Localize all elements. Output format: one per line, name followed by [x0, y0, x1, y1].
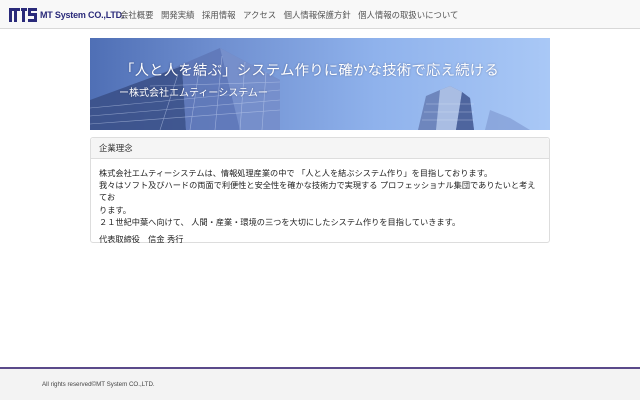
hero-title: 「人と人を結ぶ」システム作りに確かな技術で応え続ける: [120, 63, 499, 79]
nav-item-company-overview[interactable]: 会社概要: [120, 9, 154, 21]
nav-item-development-record[interactable]: 開発実績: [161, 9, 195, 21]
philosophy-line: 株式会社エムティーシステムは、情報処理産業の中で 「人と人を結ぶシステム作り」を…: [99, 168, 493, 178]
logo-text: MT System CO.,LTD.: [40, 9, 125, 20]
panel-heading: 企業理念: [91, 138, 549, 159]
philosophy-line: 我々はソフト及びハードの両面で利便性と安全性を確かな技術力で実現する プロフェッ…: [99, 180, 536, 203]
nav-item-personal-info-handling[interactable]: 個人情報の取扱いについて: [358, 9, 458, 21]
nav-item-privacy-policy[interactable]: 個人情報保護方針: [284, 9, 351, 21]
navbar: MT System CO.,LTD. 会社概要 開発実績 採用情報 アクセス 個…: [0, 0, 640, 29]
philosophy-line: ります。: [99, 204, 131, 215]
panel-body: 株式会社エムティーシステムは、情報処理産業の中で 「人と人を結ぶシステム作り」を…: [91, 159, 549, 245]
ceo-signature: 代表取締役 信金 秀行: [99, 234, 184, 245]
mts-logo-icon: [9, 7, 37, 22]
hero-banner: 「人と人を結ぶ」システム作りに確かな技術で応え続ける ー株式会社エムティーシステ…: [90, 38, 550, 130]
company-logo[interactable]: MT System CO.,LTD.: [9, 7, 124, 22]
nav-item-recruitment[interactable]: 採用情報: [202, 9, 236, 21]
philosophy-panel: 企業理念 株式会社エムティーシステムは、情報処理産業の中で 「人と人を結ぶシステ…: [90, 137, 550, 245]
main-nav: 会社概要 開発実績 採用情報 アクセス 個人情報保護方針 個人情報の取扱いについ…: [120, 0, 466, 29]
philosophy-line: ２１世紀中葉へ向けて、 人間・産業・環境の三つを大切にしたシステム作りを目指して…: [99, 216, 461, 227]
footer: All rights reserved©MT System CO.,LTD.: [0, 369, 640, 400]
copyright-text: All rights reserved©MT System CO.,LTD.: [42, 381, 155, 388]
hero-subtitle: ー株式会社エムティーシステムー: [119, 88, 268, 99]
nav-item-access[interactable]: アクセス: [243, 9, 276, 21]
